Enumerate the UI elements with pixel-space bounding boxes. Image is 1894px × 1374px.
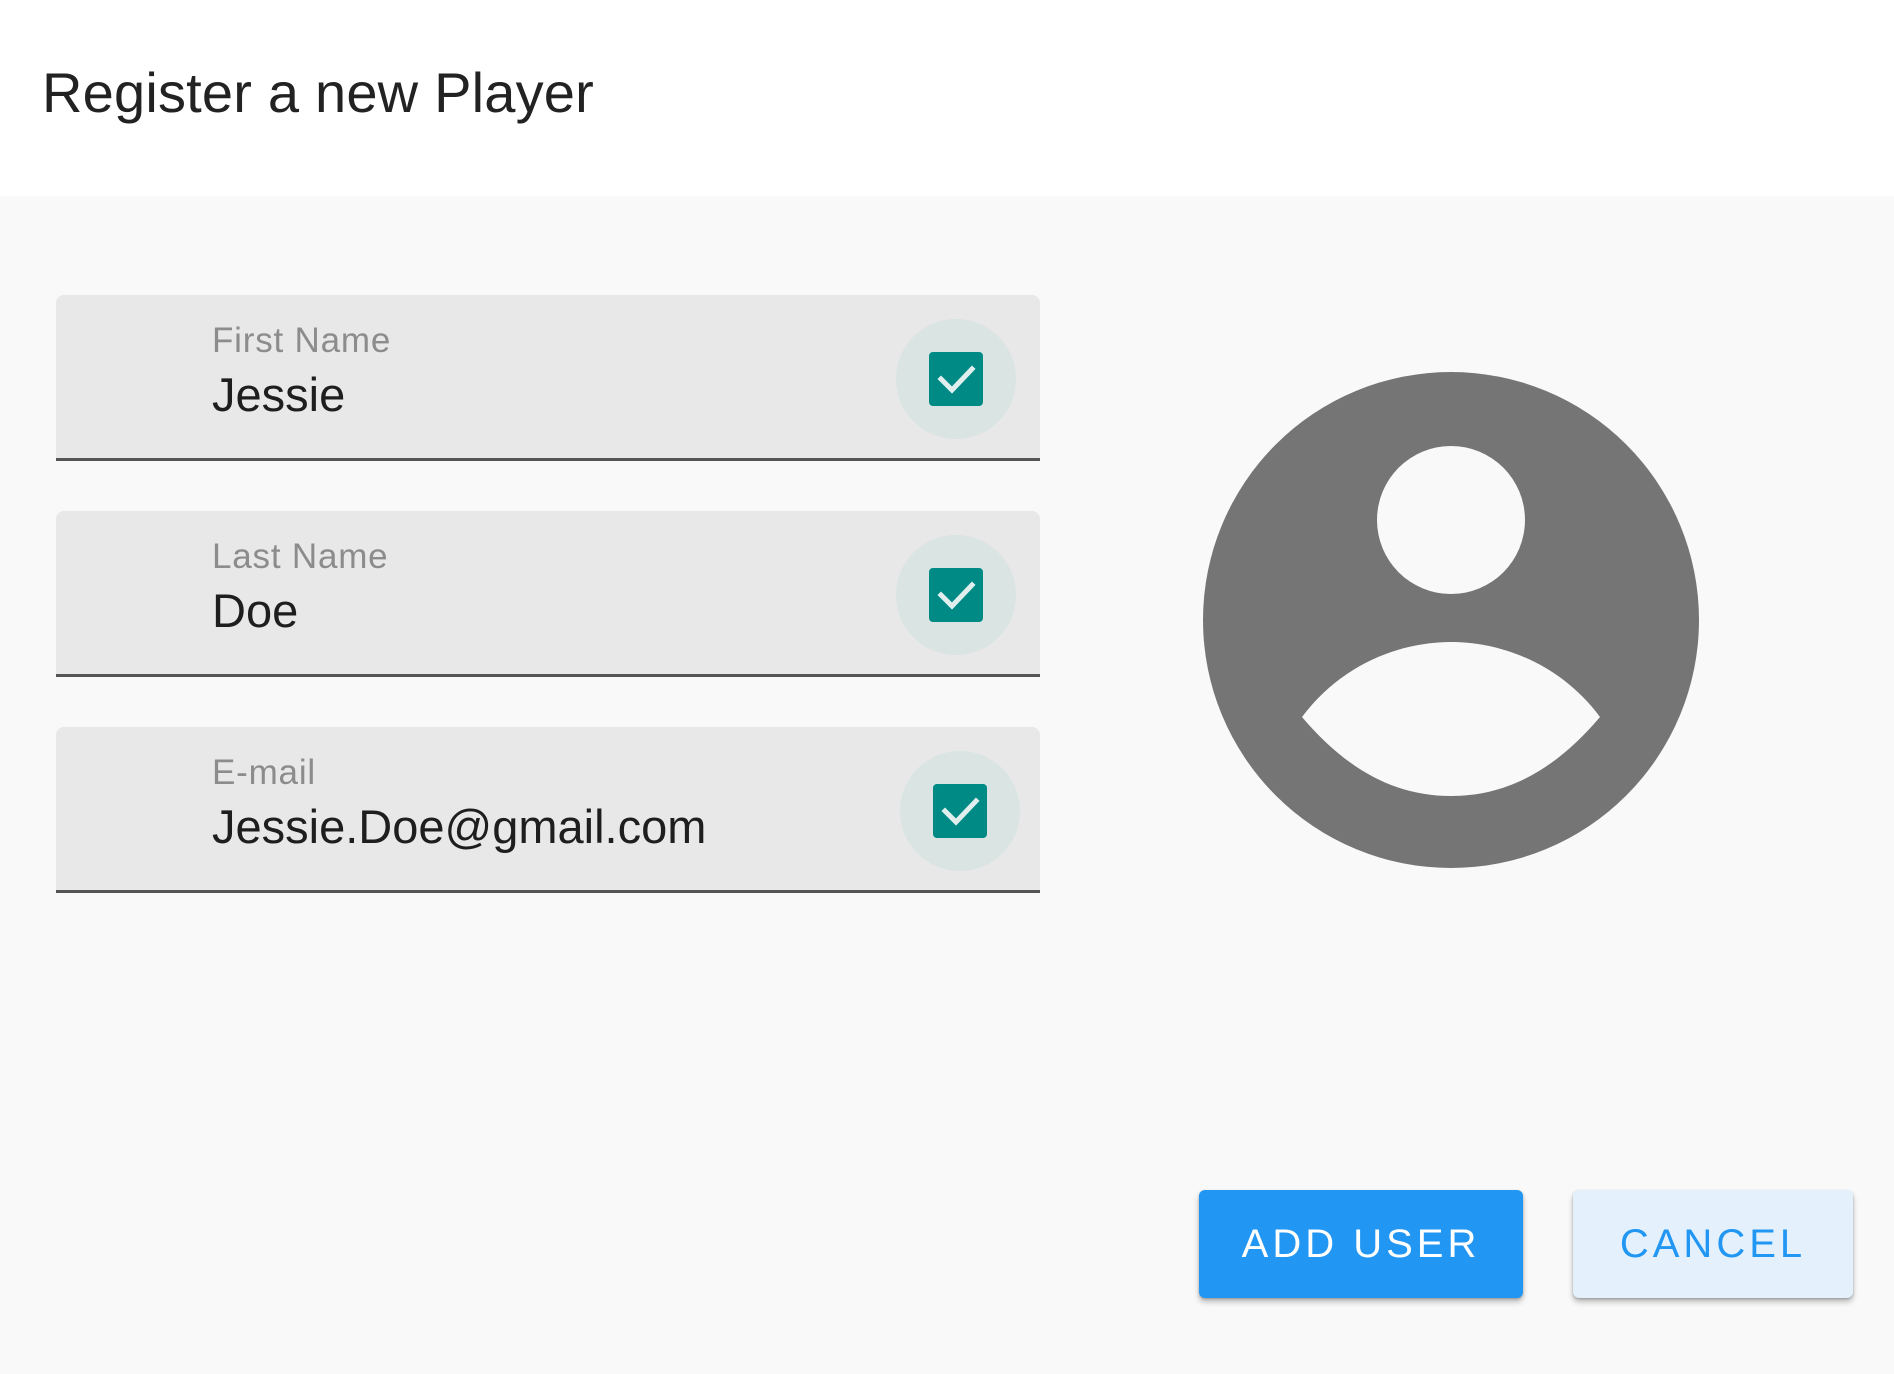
- dialog-title: Register a new Player: [42, 61, 595, 124]
- first-name-valid-checkbox[interactable]: [896, 319, 1016, 439]
- last-name-valid-checkbox[interactable]: [896, 535, 1016, 655]
- add-user-button[interactable]: ADD USER: [1199, 1190, 1523, 1298]
- check-icon: [933, 784, 987, 838]
- check-icon: [929, 568, 983, 622]
- dialog-header: Register a new Player: [0, 0, 1894, 196]
- email-field[interactable]: E-mail: [56, 727, 1040, 893]
- check-icon: [929, 352, 983, 406]
- email-input[interactable]: [212, 799, 912, 854]
- last-name-field[interactable]: Last Name: [56, 511, 1040, 677]
- last-name-input[interactable]: [212, 583, 912, 638]
- account-circle-icon: [1203, 372, 1699, 868]
- first-name-input[interactable]: [212, 367, 912, 422]
- email-label: E-mail: [212, 753, 316, 792]
- register-player-dialog: Register a new Player First Name Last Na…: [0, 0, 1894, 1374]
- cancel-button[interactable]: CANCEL: [1573, 1190, 1853, 1298]
- first-name-label: First Name: [212, 321, 392, 360]
- last-name-label: Last Name: [212, 537, 389, 576]
- first-name-field[interactable]: First Name: [56, 295, 1040, 461]
- email-valid-checkbox[interactable]: [900, 751, 1020, 871]
